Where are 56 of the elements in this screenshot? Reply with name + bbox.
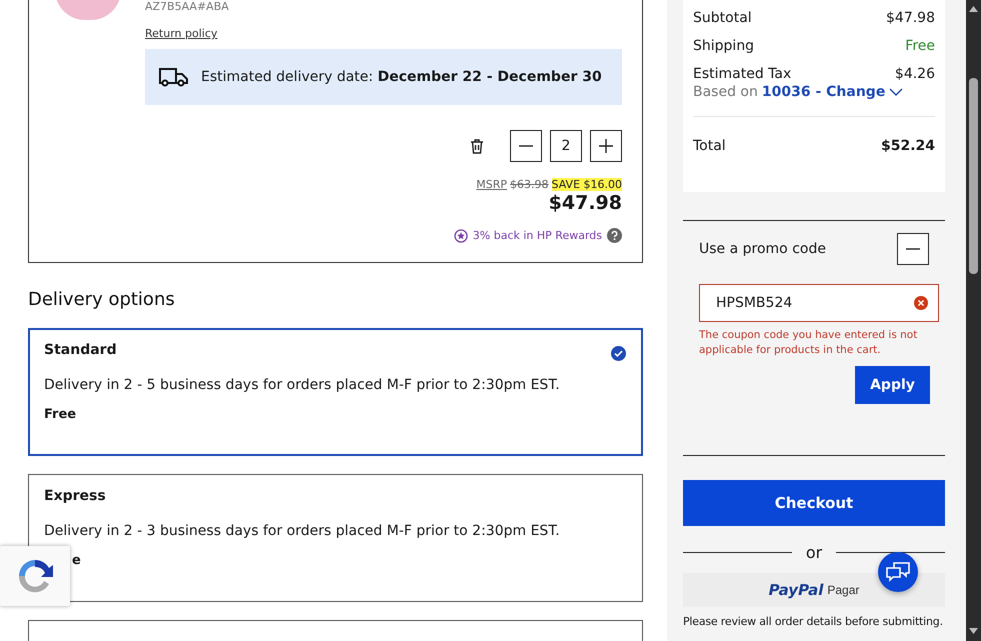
error-message: The coupon code you have entered is not applicable for products in the cart. [699, 328, 918, 358]
paypal-button[interactable]: PayPal Pagar [683, 573, 945, 607]
msrp-label: MSRP [476, 178, 508, 191]
savings-badge: SAVE $16.00 [552, 178, 622, 191]
recaptcha-badge[interactable] [0, 546, 70, 606]
review-note: Please review all order details before submitting. [683, 615, 944, 628]
summary-value: Free [905, 38, 935, 54]
trash-icon[interactable] [470, 138, 484, 154]
option-name: Express [44, 488, 106, 504]
truck-icon [159, 67, 189, 87]
rewards-text: 3% back in HP Rewards [472, 229, 602, 242]
or-divider-text: or [806, 543, 822, 562]
option-price: e [72, 553, 81, 568]
promo-toggle-button[interactable] [897, 233, 929, 265]
error-icon[interactable] [914, 296, 928, 310]
option-description: Delivery in 2 - 3 business days for orders placed M-F prior to 2:30pm EST. [44, 523, 561, 539]
chat-bubbles-icon [886, 562, 910, 582]
delivery-option-card[interactable]: Express Delivery in 2 - 3 business days for orders placed M-F prior to 2:30pm EST. e [28, 474, 643, 602]
option-description: Delivery in 2 - 5 business days for orders placed M-F prior to 2:30pm EST. [44, 377, 561, 393]
scroll-up-icon[interactable] [969, 6, 978, 12]
minus-icon [906, 248, 920, 250]
apply-button[interactable]: Apply [855, 366, 930, 404]
summary-label: Shipping [693, 38, 754, 54]
promo-code-field[interactable]: HPSMB524 [699, 284, 939, 322]
return-policy-link[interactable]: Return policy [145, 27, 218, 40]
delivery-option-card[interactable]: Standard Delivery in 2 - 5 business days for orders placed M-F prior to 2:30pm EST. Free [28, 328, 643, 456]
check-circle-icon [611, 346, 626, 361]
help-icon[interactable] [607, 228, 622, 243]
star-badge-icon [454, 228, 468, 242]
plus-icon [599, 139, 613, 153]
decrease-quantity-button[interactable] [510, 130, 542, 162]
change-zip-link[interactable]: 10036 - Change [762, 84, 886, 100]
summary-label: Estimated Tax [693, 66, 792, 82]
item-price: $47.98 [548, 192, 622, 214]
summary-value: $47.98 [886, 10, 935, 26]
total-value: $52.24 [880, 138, 935, 154]
section-heading: Delivery options [28, 289, 176, 310]
chevron-down-icon[interactable] [889, 88, 904, 96]
increase-quantity-button[interactable] [590, 130, 622, 162]
delivery-option-card[interactable] [28, 620, 643, 641]
scrollbar-thumb[interactable] [969, 78, 978, 274]
product-sku: AZ7B5AA#ABA [145, 0, 230, 13]
summary-value: $4.26 [894, 66, 935, 82]
promo-title: Use a promo code [699, 241, 826, 257]
total-label: Total [693, 138, 726, 154]
summary-label: Subtotal [693, 10, 752, 26]
checkout-button[interactable]: Checkout [683, 480, 945, 526]
delivery-estimate: Estimated delivery date: December 22 - December 30 [201, 69, 602, 85]
recaptcha-logo-icon [16, 557, 54, 595]
original-price: $63.98 [510, 178, 549, 191]
scroll-down-icon[interactable] [969, 628, 978, 634]
option-name: Standard [44, 342, 117, 358]
option-price: Free [44, 407, 78, 422]
quantity-field[interactable]: 2 [550, 130, 582, 162]
tax-basis-label: Based on [693, 84, 758, 100]
minus-icon [519, 145, 533, 147]
